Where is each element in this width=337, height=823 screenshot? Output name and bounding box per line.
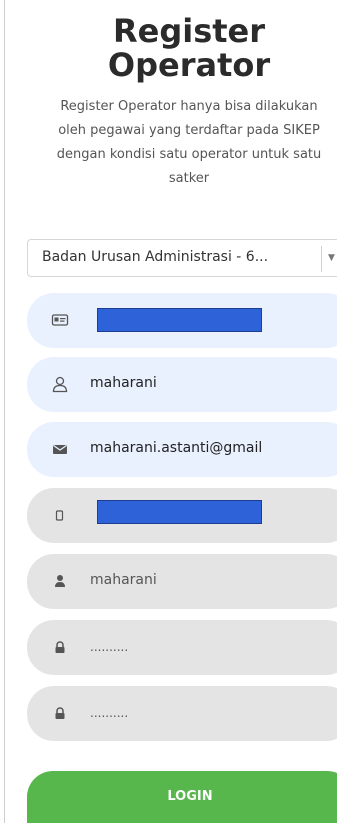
- username-input-value[interactable]: maharani: [90, 572, 157, 588]
- lock-icon: [51, 638, 69, 656]
- confirm-password-input-value[interactable]: ..........: [90, 706, 128, 720]
- redacted-phone-value: [97, 500, 262, 524]
- redacted-nip-value: [97, 308, 262, 332]
- page-title: Register Operator: [5, 14, 337, 82]
- register-card: Register Operator Register Operator hany…: [4, 0, 337, 823]
- user-outline-icon: [51, 375, 69, 393]
- description-line1: Register Operator hanya bisa dilakukan: [60, 99, 318, 114]
- page-title-line1: Register: [112, 12, 266, 50]
- email-field[interactable]: maharani.astanti@gmail: [27, 422, 337, 477]
- password-field[interactable]: ..........: [27, 620, 337, 675]
- envelope-icon: [51, 440, 69, 458]
- nip-field[interactable]: [27, 293, 337, 348]
- password-input-value[interactable]: ..........: [90, 640, 128, 654]
- mobile-phone-icon: [51, 506, 69, 524]
- description-line3: dengan kondisi satu operator untuk satu: [56, 147, 322, 162]
- email-input-value[interactable]: maharani.astanti@gmail: [90, 440, 262, 456]
- satker-select-value: Badan Urusan Administrasi - 6...: [42, 249, 269, 265]
- register-description: Register Operator hanya bisa dilakukan o…: [23, 95, 337, 191]
- login-button[interactable]: LOGIN: [27, 771, 337, 823]
- lock-icon: [51, 704, 69, 722]
- description-line4: satker: [168, 171, 210, 186]
- description-line2: oleh pegawai yang terdaftar pada SIKEP: [58, 123, 320, 138]
- confirm-password-field[interactable]: ..........: [27, 686, 337, 741]
- user-solid-icon: [51, 572, 69, 590]
- name-input-value[interactable]: maharani: [90, 375, 157, 391]
- username-field[interactable]: maharani: [27, 554, 337, 609]
- name-field[interactable]: maharani: [27, 357, 337, 412]
- chevron-down-icon[interactable]: ▼: [328, 253, 335, 263]
- satker-select[interactable]: Badan Urusan Administrasi - 6... ▼: [27, 239, 337, 277]
- select-divider: [321, 246, 322, 272]
- phone-field[interactable]: [27, 488, 337, 543]
- id-card-icon: [51, 311, 69, 329]
- page-title-line2: Operator: [107, 46, 271, 84]
